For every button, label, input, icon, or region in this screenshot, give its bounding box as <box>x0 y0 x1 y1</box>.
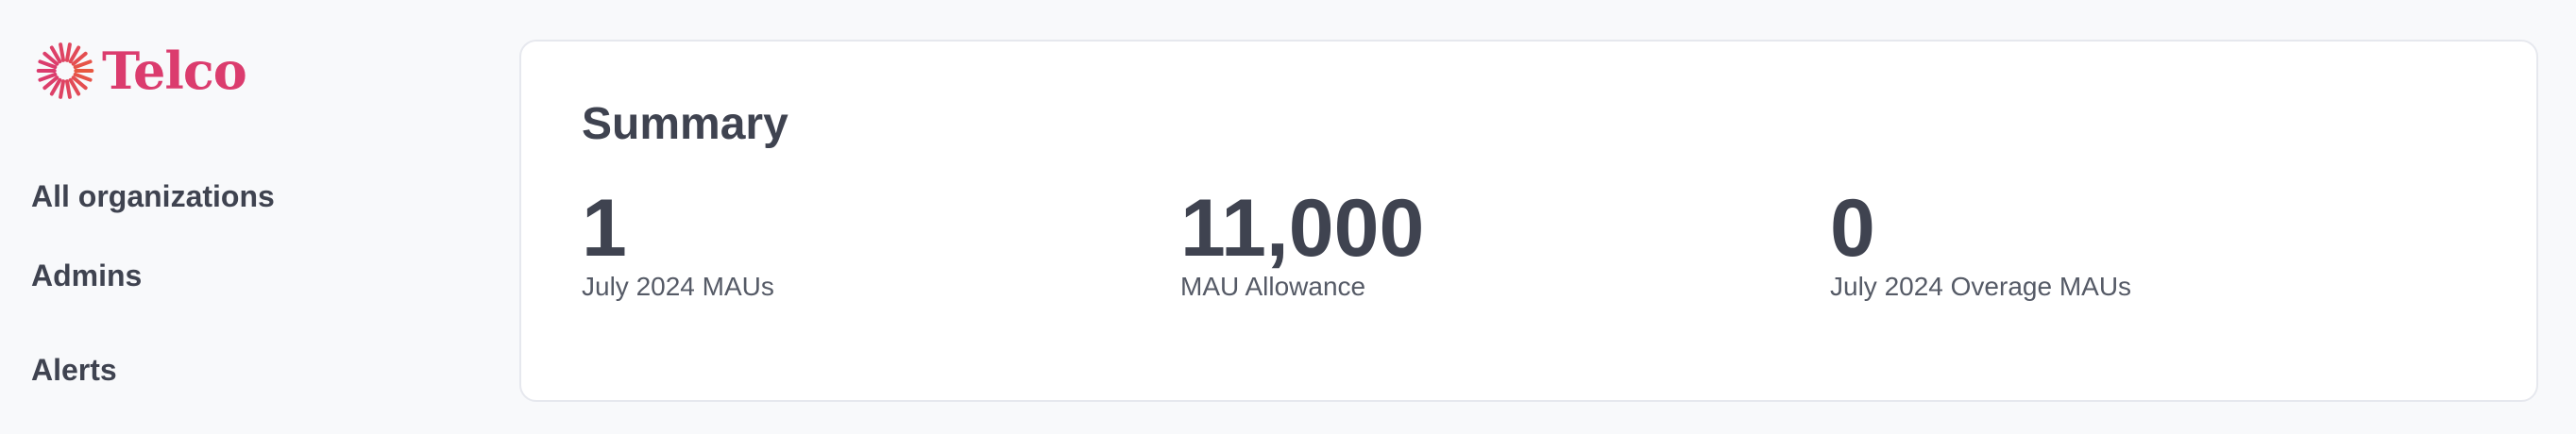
logo-ray <box>64 79 72 99</box>
sidebar-item-all-organizations[interactable]: All organizations <box>31 179 275 214</box>
sunburst-logo-icon <box>34 40 96 102</box>
sidebar-item-admins[interactable]: Admins <box>31 259 142 293</box>
stat-label: MAU Allowance <box>1180 272 1366 301</box>
logo-ray <box>59 42 66 62</box>
summary-card: Summary 1 July 2024 MAUs 11,000 MAU Allo… <box>519 40 2538 402</box>
sidebar-item-alerts[interactable]: Alerts <box>31 353 117 388</box>
stat-mau-allowance: 11,000 MAU Allowance <box>1180 188 1424 302</box>
summary-title: Summary <box>582 99 788 149</box>
stat-value: 1 <box>582 183 627 274</box>
stat-value: 0 <box>1830 183 1875 274</box>
logo-ray <box>59 79 66 99</box>
brand-name: Telco <box>102 41 247 101</box>
stat-overage-maus: 0 July 2024 Overage MAUs <box>1830 188 2131 302</box>
stat-label: July 2024 Overage MAUs <box>1830 272 2132 301</box>
stat-label: July 2024 MAUs <box>582 272 774 301</box>
logo-ray <box>64 42 72 62</box>
home-logo-link[interactable]: Telco <box>34 40 247 102</box>
stat-monthly-maus: 1 July 2024 MAUs <box>582 188 774 302</box>
stat-value: 11,000 <box>1180 183 1425 274</box>
